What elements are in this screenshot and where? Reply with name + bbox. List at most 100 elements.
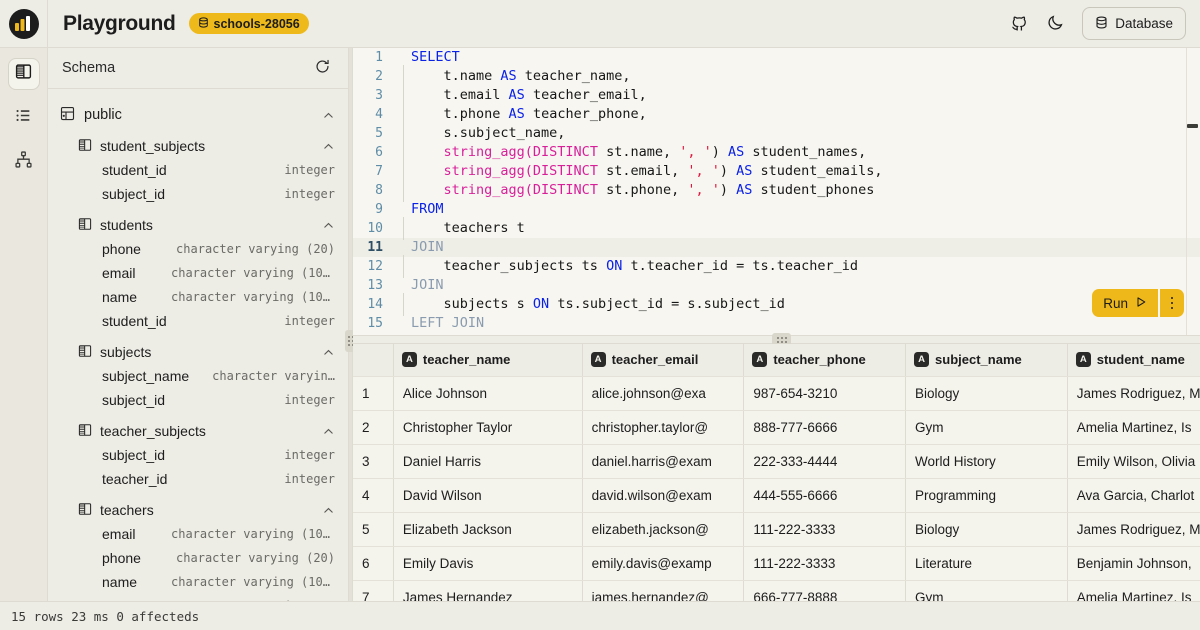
cell[interactable]: 222-333-4444 <box>744 444 906 478</box>
cell[interactable]: christopher.taylor@ <box>582 410 744 444</box>
cell[interactable]: 111-222-3333 <box>744 546 906 580</box>
run-button[interactable]: Run <box>1092 289 1158 317</box>
cell[interactable]: Gym <box>906 410 1068 444</box>
column-header-teacher_phone[interactable]: Ateacher_phone <box>744 344 906 376</box>
cell[interactable]: Biology <box>906 512 1068 546</box>
cell[interactable]: Emily Davis <box>393 546 582 580</box>
cell[interactable]: Literature <box>906 546 1068 580</box>
cell[interactable]: 666-777-8888 <box>744 580 906 601</box>
cell[interactable]: elizabeth.jackson@ <box>582 512 744 546</box>
cell[interactable]: Ava Garcia, Charlot <box>1067 478 1200 512</box>
cell[interactable]: 888-777-6666 <box>744 410 906 444</box>
line-number: 11 <box>353 238 395 257</box>
cell[interactable]: Daniel Harris <box>393 444 582 478</box>
column-name: subject_name <box>102 368 189 384</box>
column-row[interactable]: subject_id integer <box>48 443 348 467</box>
row-index: 6 <box>353 546 393 580</box>
cell[interactable]: 111-222-3333 <box>744 512 906 546</box>
column-row[interactable]: phone character varying (20) <box>48 546 348 570</box>
column-name: name <box>102 574 137 590</box>
results-resize-handle[interactable] <box>353 335 1200 344</box>
cell[interactable]: James Rodriguez, M <box>1067 512 1200 546</box>
table-node-subjects[interactable]: subjects <box>48 340 348 364</box>
cell[interactable]: daniel.harris@exam <box>582 444 744 478</box>
cell[interactable]: Amelia Martinez, Is <box>1067 410 1200 444</box>
cell[interactable]: David Wilson <box>393 478 582 512</box>
column-row[interactable]: subject_id integer <box>48 388 348 412</box>
column-row[interactable]: phone character varying (20) <box>48 237 348 261</box>
column-row[interactable]: subject_id integer <box>48 182 348 206</box>
column-name: student_id <box>102 313 167 329</box>
column-row[interactable]: subject_name character varyin… <box>48 364 348 388</box>
column-row[interactable]: name character varying (100) <box>48 570 348 594</box>
sql-editor[interactable]: 1SELECT 2 t.name AS teacher_name, 3 t.em… <box>353 48 1200 335</box>
rail-item-schema-graph[interactable] <box>8 146 40 178</box>
table-row[interactable]: 3 Daniel Harris daniel.harris@exam 222-3… <box>353 444 1200 478</box>
table-row[interactable]: 4 David Wilson david.wilson@exam 444-555… <box>353 478 1200 512</box>
cell[interactable]: Amelia Martinez, Is <box>1067 580 1200 601</box>
table-row[interactable]: 2 Christopher Taylor christopher.taylor@… <box>353 410 1200 444</box>
cell[interactable]: emily.davis@examp <box>582 546 744 580</box>
cell[interactable]: World History <box>906 444 1068 478</box>
column-header-subject_name[interactable]: Asubject_name <box>906 344 1068 376</box>
code-token: AS <box>728 144 744 160</box>
column-row[interactable]: name character varying (100) <box>48 285 348 309</box>
editor-scrollbar-thumb[interactable] <box>1187 124 1198 128</box>
cell[interactable]: 444-555-6666 <box>744 478 906 512</box>
indent-guide <box>403 255 404 278</box>
line-number: 8 <box>353 181 395 200</box>
indent-guide <box>403 179 404 202</box>
dark-mode-toggle-button[interactable] <box>1040 9 1070 39</box>
cell[interactable]: Gym <box>906 580 1068 601</box>
cell[interactable]: James Rodriguez, M <box>1067 376 1200 410</box>
table-icon <box>78 138 92 155</box>
column-row[interactable]: student_id integer <box>48 158 348 182</box>
table-row[interactable]: 7 James Hernandez james.hernandez@ 666-7… <box>353 580 1200 601</box>
column-row[interactable]: teacher_id integer <box>48 594 348 601</box>
cell[interactable]: david.wilson@exam <box>582 478 744 512</box>
cell[interactable]: Benjamin Johnson, <box>1067 546 1200 580</box>
column-header-teacher_name[interactable]: Ateacher_name <box>393 344 582 376</box>
cell[interactable]: Christopher Taylor <box>393 410 582 444</box>
table-node-students[interactable]: students <box>48 213 348 237</box>
rail-item-queries[interactable] <box>8 102 40 134</box>
column-row[interactable]: email character varying (100) <box>48 261 348 285</box>
table-node-student_subjects[interactable]: student_subjects <box>48 134 348 158</box>
rail-item-table-editor[interactable] <box>8 58 40 90</box>
results-grid[interactable]: Ateacher_name Ateacher_email Ateacher_ph… <box>353 344 1200 601</box>
database-badge[interactable]: schools-28056 <box>189 13 309 34</box>
column-row[interactable]: email character varying (100) <box>48 522 348 546</box>
cell[interactable]: Biology <box>906 376 1068 410</box>
code-token: st.name, <box>598 144 679 160</box>
cell[interactable]: 987-654-3210 <box>744 376 906 410</box>
column-header-label: teacher_name <box>423 352 510 367</box>
cell[interactable]: james.hernandez@ <box>582 580 744 601</box>
table-node-teachers[interactable]: teachers <box>48 498 348 522</box>
cell[interactable]: alice.johnson@exa <box>582 376 744 410</box>
column-row[interactable]: student_id integer <box>48 309 348 333</box>
column-header-student_name[interactable]: Astudent_name <box>1067 344 1200 376</box>
database-icon <box>198 17 209 31</box>
column-row[interactable]: teacher_id integer <box>48 467 348 491</box>
cell[interactable]: James Hernandez <box>393 580 582 601</box>
table-row[interactable]: 6 Emily Davis emily.davis@examp 111-222-… <box>353 546 1200 580</box>
schema-refresh-button[interactable] <box>310 56 334 80</box>
github-link-button[interactable] <box>1004 9 1034 39</box>
run-options-button[interactable] <box>1160 289 1184 317</box>
schema-node-public[interactable]: public <box>48 103 348 127</box>
column-header-teacher_email[interactable]: Ateacher_email <box>582 344 744 376</box>
table-node-teacher_subjects[interactable]: teacher_subjects <box>48 419 348 443</box>
table-row[interactable]: 1 Alice Johnson alice.johnson@exa 987-65… <box>353 376 1200 410</box>
cell[interactable]: Alice Johnson <box>393 376 582 410</box>
database-button[interactable]: Database <box>1082 7 1186 40</box>
table-row[interactable]: 5 Elizabeth Jackson elizabeth.jackson@ 1… <box>353 512 1200 546</box>
row-index: 4 <box>353 478 393 512</box>
code-token: student_emails, <box>752 163 882 179</box>
cell[interactable]: Programming <box>906 478 1068 512</box>
cell[interactable]: Elizabeth Jackson <box>393 512 582 546</box>
cell[interactable]: Emily Wilson, Olivia <box>1067 444 1200 478</box>
code-token: SELECT <box>411 49 460 65</box>
app-logo[interactable] <box>0 0 48 48</box>
code-token: t.email <box>411 87 509 103</box>
column-name: email <box>102 526 135 542</box>
